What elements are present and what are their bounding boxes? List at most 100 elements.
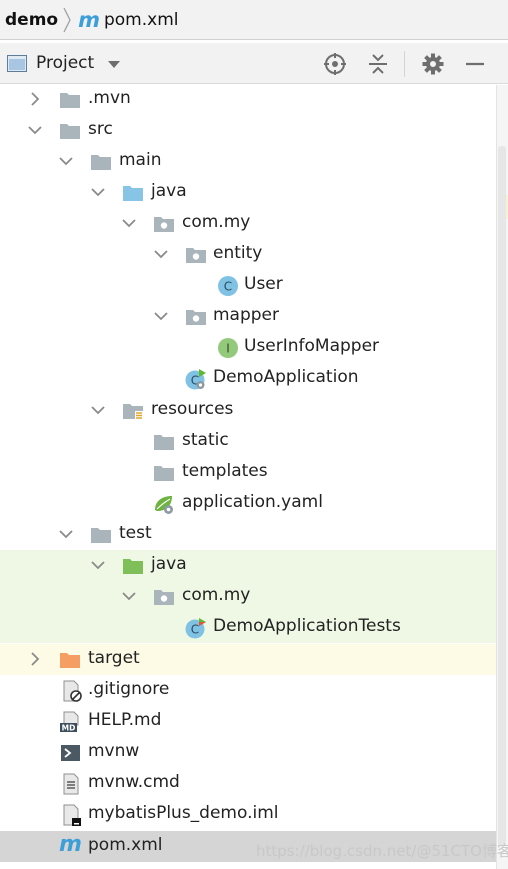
test-class-icon: C bbox=[185, 618, 206, 639]
package-icon bbox=[154, 590, 174, 605]
folder-icon bbox=[60, 93, 80, 108]
tree-row-test-java[interactable]: java bbox=[0, 550, 496, 581]
tree-item-label: mvnw bbox=[88, 741, 140, 761]
package-icon bbox=[186, 248, 206, 263]
folder-icon bbox=[60, 124, 80, 139]
folder-icon bbox=[154, 466, 174, 481]
tree-row-class-demoapplicationtests[interactable]: C DemoApplicationTests bbox=[0, 612, 496, 643]
folder-icon bbox=[91, 528, 111, 543]
chevron-down-icon[interactable] bbox=[154, 309, 168, 323]
package-icon bbox=[186, 310, 206, 325]
chevron-down-icon[interactable] bbox=[59, 154, 73, 168]
tree-row-gitignore[interactable]: .gitignore bbox=[0, 675, 496, 706]
minimize-icon[interactable] bbox=[463, 52, 487, 76]
tree-row-iml[interactable]: mybatisPlus_demo.iml bbox=[0, 799, 496, 830]
tree-item-label: mapper bbox=[213, 305, 280, 325]
tree-item-label: test bbox=[119, 523, 152, 543]
tree-item-label: pom.xml bbox=[88, 835, 163, 855]
tree-row-application-yaml[interactable]: application.yaml bbox=[0, 488, 496, 519]
watermark: https://blog.csdn.net/@51CTO博客 bbox=[256, 842, 508, 860]
package-icon bbox=[154, 217, 174, 232]
svg-text:C: C bbox=[224, 280, 232, 294]
maven-icon: m bbox=[78, 7, 100, 32]
tree-item-label: UserInfoMapper bbox=[244, 336, 380, 356]
tree-item-label: com.my bbox=[182, 212, 251, 232]
tree-item-label: resources bbox=[151, 399, 234, 419]
tree-row-test[interactable]: test bbox=[0, 519, 496, 550]
gear-icon[interactable] bbox=[421, 52, 445, 76]
excluded-folder-icon bbox=[60, 653, 80, 668]
chevron-down-icon[interactable] bbox=[122, 589, 136, 603]
project-pane-icon bbox=[7, 55, 27, 72]
chevron-down-icon[interactable] bbox=[59, 527, 73, 541]
tree-item-label: com.my bbox=[182, 585, 251, 605]
tree-row-package-com-my[interactable]: com.my bbox=[0, 208, 496, 239]
tree-row-package-entity[interactable]: entity bbox=[0, 239, 496, 270]
tree-row-main-java[interactable]: java bbox=[0, 177, 496, 208]
text-file-icon bbox=[63, 773, 79, 795]
project-toolwindow-header: Project bbox=[0, 43, 508, 84]
tree-row-templates[interactable]: templates bbox=[0, 457, 496, 488]
tree-item-label: DemoApplication bbox=[213, 367, 359, 387]
svg-text:I: I bbox=[226, 342, 230, 356]
tree-row-resources[interactable]: resources bbox=[0, 395, 496, 426]
chevron-down-icon[interactable] bbox=[154, 247, 168, 261]
tree-item-label: src bbox=[88, 119, 113, 139]
locate-icon[interactable] bbox=[323, 52, 347, 76]
tree-row-package-mapper[interactable]: mapper bbox=[0, 301, 496, 332]
tree-row-mvnw-cmd[interactable]: mvnw.cmd bbox=[0, 768, 496, 799]
chevron-down-icon[interactable] bbox=[91, 558, 105, 572]
spring-boot-class-icon: C bbox=[185, 369, 206, 390]
tree-item-label: User bbox=[244, 274, 283, 294]
interface-icon: I bbox=[218, 338, 238, 358]
chevron-down-icon[interactable] bbox=[91, 403, 105, 417]
module-file-icon bbox=[63, 804, 81, 826]
breadcrumb-file[interactable]: pom.xml bbox=[104, 10, 179, 30]
class-icon: C bbox=[218, 276, 238, 296]
svg-text:C: C bbox=[191, 623, 199, 637]
folder-icon bbox=[154, 435, 174, 450]
tree-row-main[interactable]: main bbox=[0, 146, 496, 177]
folder-icon bbox=[91, 155, 111, 170]
tree-item-label: main bbox=[119, 150, 162, 170]
scrollbar-thumb[interactable] bbox=[498, 146, 506, 846]
maven-file-icon: m bbox=[59, 832, 82, 857]
tree-item-label: entity bbox=[213, 243, 263, 263]
tree-row-mvnw[interactable]: mvnw bbox=[0, 737, 496, 768]
tree-row-mvn[interactable]: .mvn bbox=[0, 84, 496, 115]
chevron-down-icon[interactable] bbox=[106, 56, 122, 72]
tree-item-label: java bbox=[151, 181, 187, 201]
project-tree: .mvn src main java com.my entity C User bbox=[0, 84, 508, 869]
toolbar-separator bbox=[404, 51, 405, 77]
tree-row-help-md[interactable]: MD HELP.md bbox=[0, 706, 496, 737]
test-source-folder-icon bbox=[123, 559, 143, 574]
tree-row-class-demoapplication[interactable]: C DemoApplication bbox=[0, 363, 496, 394]
markdown-file-icon: MD bbox=[60, 711, 79, 733]
project-view-selector[interactable]: Project bbox=[36, 53, 94, 73]
tree-row-interface-userinfomapper[interactable]: I UserInfoMapper bbox=[0, 332, 496, 363]
chevron-right-icon[interactable] bbox=[28, 92, 42, 106]
spring-config-file-icon bbox=[155, 496, 173, 514]
breadcrumb-project[interactable]: demo bbox=[5, 10, 58, 30]
tree-item-label: templates bbox=[182, 461, 268, 481]
chevron-down-icon[interactable] bbox=[28, 123, 42, 137]
navigation-bar: demo m pom.xml bbox=[0, 0, 508, 40]
tree-item-label: .gitignore bbox=[88, 679, 170, 699]
source-folder-icon bbox=[123, 186, 143, 201]
chevron-down-icon[interactable] bbox=[122, 216, 136, 230]
tree-item-label: .mvn bbox=[88, 88, 131, 108]
tree-item-label: mvnw.cmd bbox=[88, 772, 180, 792]
chevron-right-icon[interactable] bbox=[28, 652, 42, 666]
svg-text:MD: MD bbox=[62, 724, 76, 733]
tree-item-label: application.yaml bbox=[182, 492, 323, 512]
tree-item-label: HELP.md bbox=[88, 710, 162, 730]
resources-folder-icon bbox=[123, 404, 143, 421]
chevron-down-icon[interactable] bbox=[91, 185, 105, 199]
tree-item-label: static bbox=[182, 430, 229, 450]
collapse-all-icon[interactable] bbox=[366, 52, 390, 76]
tree-row-target[interactable]: target bbox=[0, 644, 496, 675]
tree-row-test-package-com-my[interactable]: com.my bbox=[0, 581, 496, 612]
tree-row-src[interactable]: src bbox=[0, 115, 496, 146]
tree-row-class-user[interactable]: C User bbox=[0, 270, 496, 301]
tree-row-static[interactable]: static bbox=[0, 426, 496, 457]
